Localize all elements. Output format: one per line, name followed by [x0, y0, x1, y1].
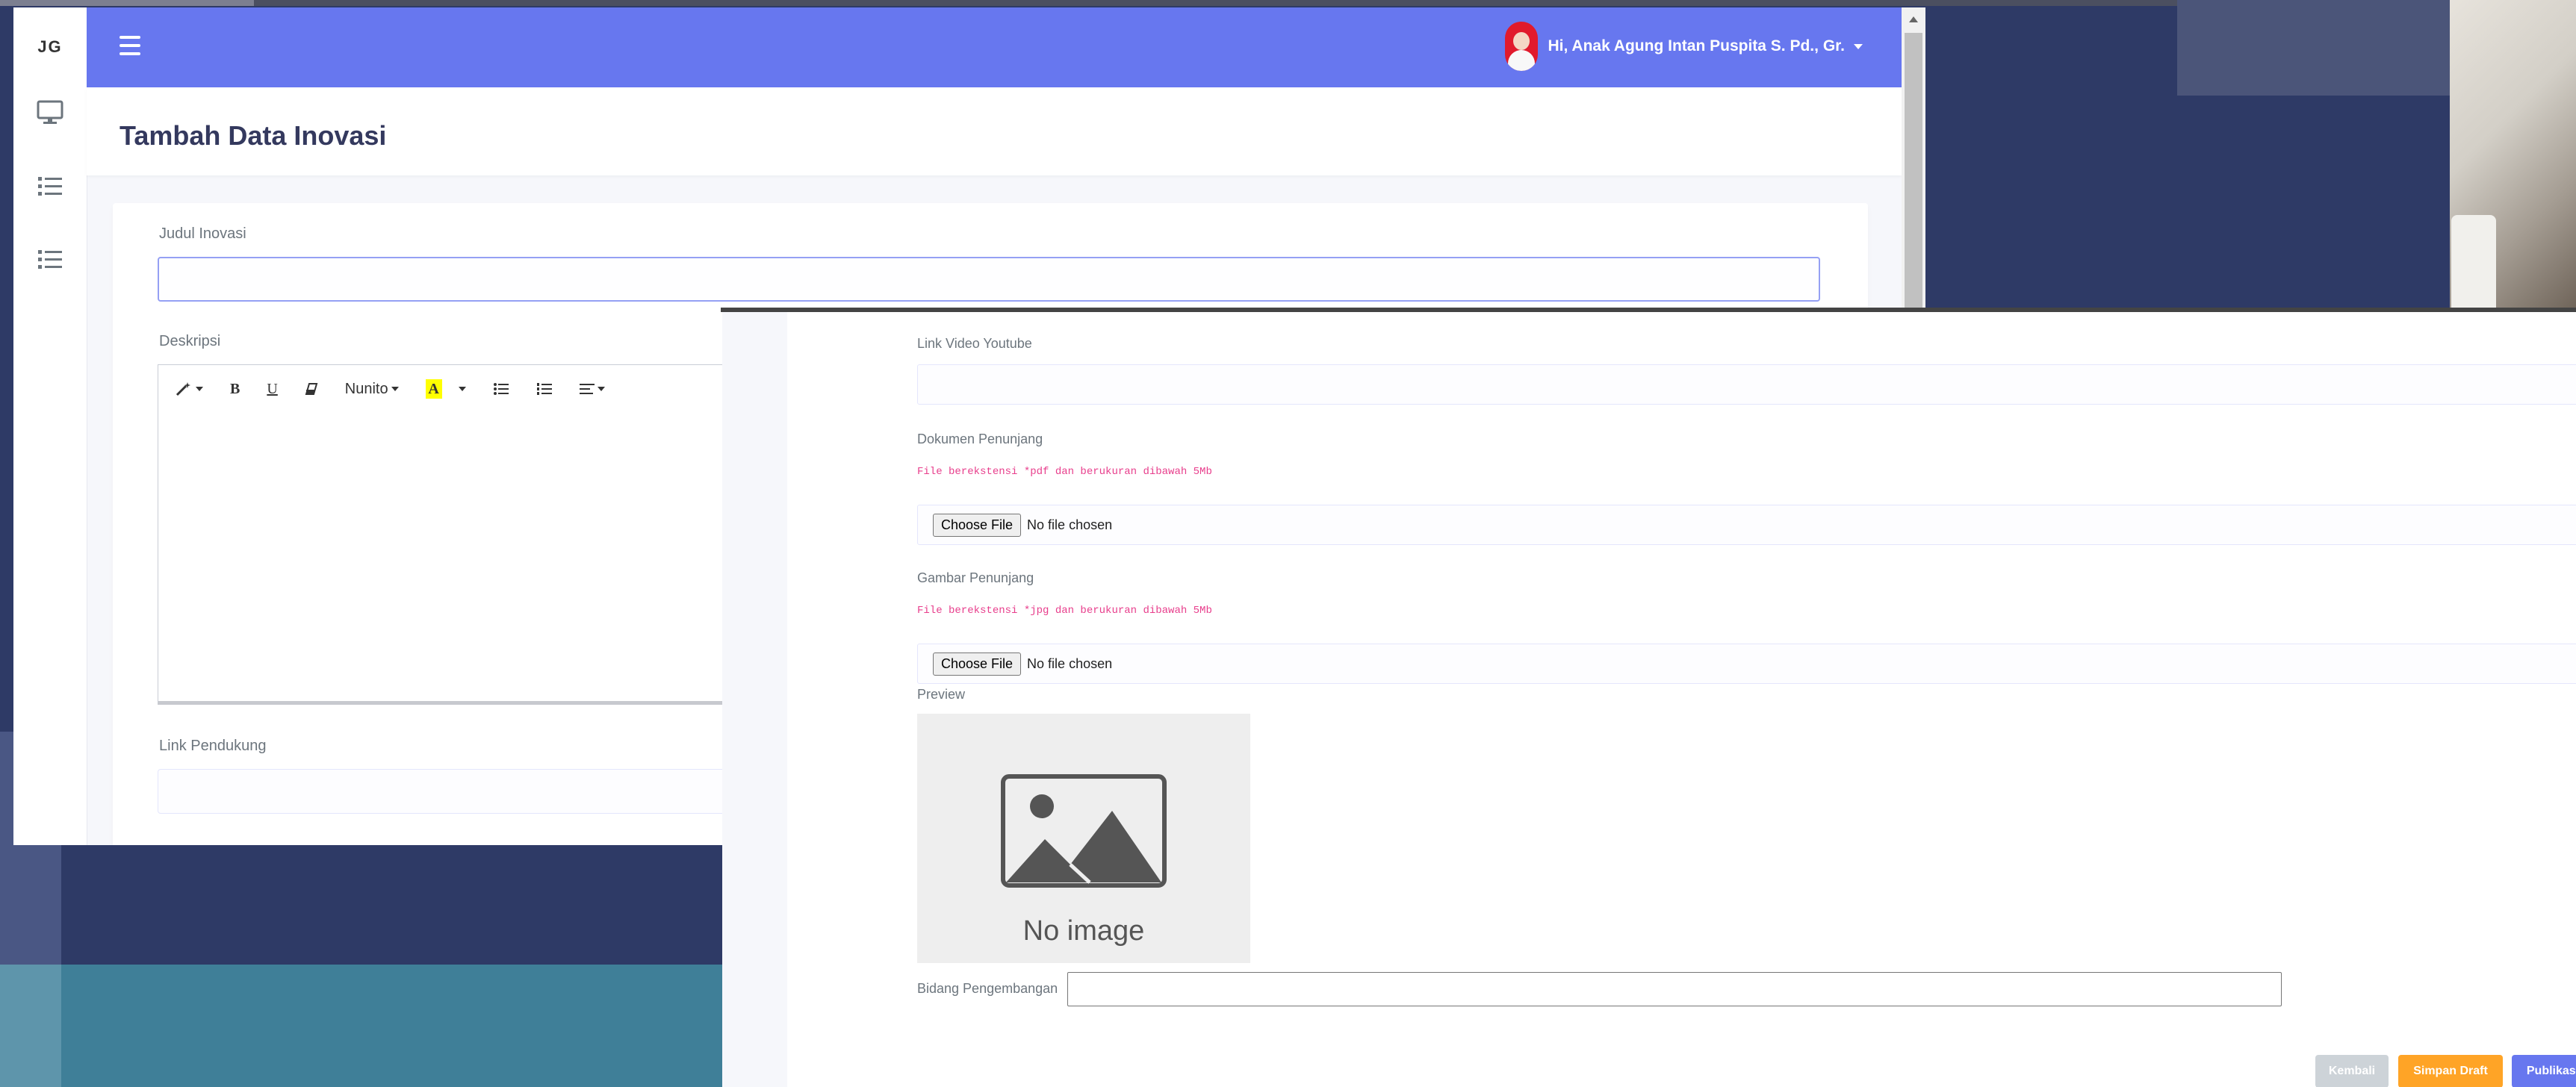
link-pendukung-input[interactable]: [158, 769, 740, 814]
dokumen-label: Dokumen Penunjang: [917, 432, 1043, 446]
image-preview: No image: [917, 714, 1250, 963]
kembali-button[interactable]: Kembali: [2315, 1055, 2389, 1087]
deskripsi-label: Deskripsi: [159, 333, 221, 349]
avatar: [1504, 22, 1538, 71]
menu-toggle-icon[interactable]: [120, 36, 140, 57]
judul-label: Judul Inovasi: [159, 225, 246, 242]
gambar-choose-file-button[interactable]: Choose File: [933, 652, 1022, 676]
magic-wand-icon[interactable]: [175, 381, 203, 397]
bidang-input[interactable]: [1067, 972, 2282, 1006]
list-icon[interactable]: [36, 173, 64, 199]
scrollbar-thumb[interactable]: [1905, 33, 1922, 331]
judul-input[interactable]: [158, 257, 1820, 302]
unordered-list-icon[interactable]: [493, 382, 509, 396]
background-top-bar-light: [0, 0, 254, 6]
bidang-label: Bidang Pengembangan: [917, 981, 1058, 996]
link-video-label: Link Video Youtube: [917, 336, 1032, 351]
caret-down-icon: [1854, 43, 1863, 49]
gambar-file-input[interactable]: Choose File No file chosen: [917, 644, 2576, 684]
dokumen-file-status: No file chosen: [1027, 517, 1113, 532]
background-cup: [2451, 215, 2496, 312]
deskripsi-editor[interactable]: B U Nunito A: [158, 364, 725, 705]
publikasi-button[interactable]: Publikasi: [2512, 1055, 2576, 1087]
dokumen-choose-file-button[interactable]: Choose File: [933, 513, 1022, 537]
top-navbar: Hi, Anak Agung Intan Puspita S. Pd., Gr.: [87, 7, 1902, 87]
link-pendukung-label: Link Pendukung: [159, 738, 267, 754]
front-window: Link Video Youtube Dokumen Penunjang Fil…: [722, 312, 2576, 1087]
preview-label: Preview: [917, 687, 966, 702]
dokumen-note: File berekstensi *pdf dan berukuran diba…: [917, 466, 1212, 478]
simpan-draft-button[interactable]: Simpan Draft: [2398, 1055, 2503, 1087]
bold-icon[interactable]: B: [230, 381, 240, 398]
gambar-label: Gambar Penunjang: [917, 570, 1034, 585]
page-title: Tambah Data Inovasi: [120, 120, 387, 151]
background-teal-light: [0, 965, 61, 1087]
font-dropdown[interactable]: Nunito: [345, 381, 399, 398]
link-video-input[interactable]: [917, 364, 2576, 405]
highlight-icon[interactable]: A: [425, 379, 442, 399]
gambar-file-status: No file chosen: [1027, 655, 1113, 671]
user-menu[interactable]: Hi, Anak Agung Intan Puspita S. Pd., Gr.: [1504, 22, 1863, 71]
form-card-continued: Link Video Youtube Dokumen Penunjang Fil…: [787, 312, 2576, 1087]
highlight-dropdown-icon[interactable]: [456, 387, 466, 391]
monitor-icon[interactable]: [36, 100, 64, 125]
align-icon[interactable]: [579, 383, 605, 395]
underline-icon[interactable]: U: [267, 381, 277, 398]
scroll-up-icon[interactable]: [1909, 16, 1918, 22]
ordered-list-icon[interactable]: [536, 382, 553, 396]
image-placeholder-icon: [1001, 774, 1167, 888]
background-panel: [2177, 0, 2450, 96]
app-logo[interactable]: JG: [13, 37, 87, 57]
background-teal: [0, 965, 724, 1087]
section-header: Tambah Data Inovasi: [87, 87, 1902, 175]
editor-toolbar: B U Nunito A: [158, 365, 724, 413]
font-name: Nunito: [344, 380, 388, 397]
gambar-note: File berekstensi *jpg dan berukuran diba…: [917, 605, 1212, 617]
dokumen-file-input[interactable]: Choose File No file chosen: [917, 505, 2576, 545]
eraser-icon[interactable]: [305, 382, 318, 396]
user-greeting: Hi, Anak Agung Intan Puspita S. Pd., Gr.: [1548, 37, 1845, 54]
no-image-text: No image: [1022, 915, 1145, 947]
list-icon[interactable]: [36, 246, 64, 272]
sidebar: JG: [13, 7, 87, 845]
